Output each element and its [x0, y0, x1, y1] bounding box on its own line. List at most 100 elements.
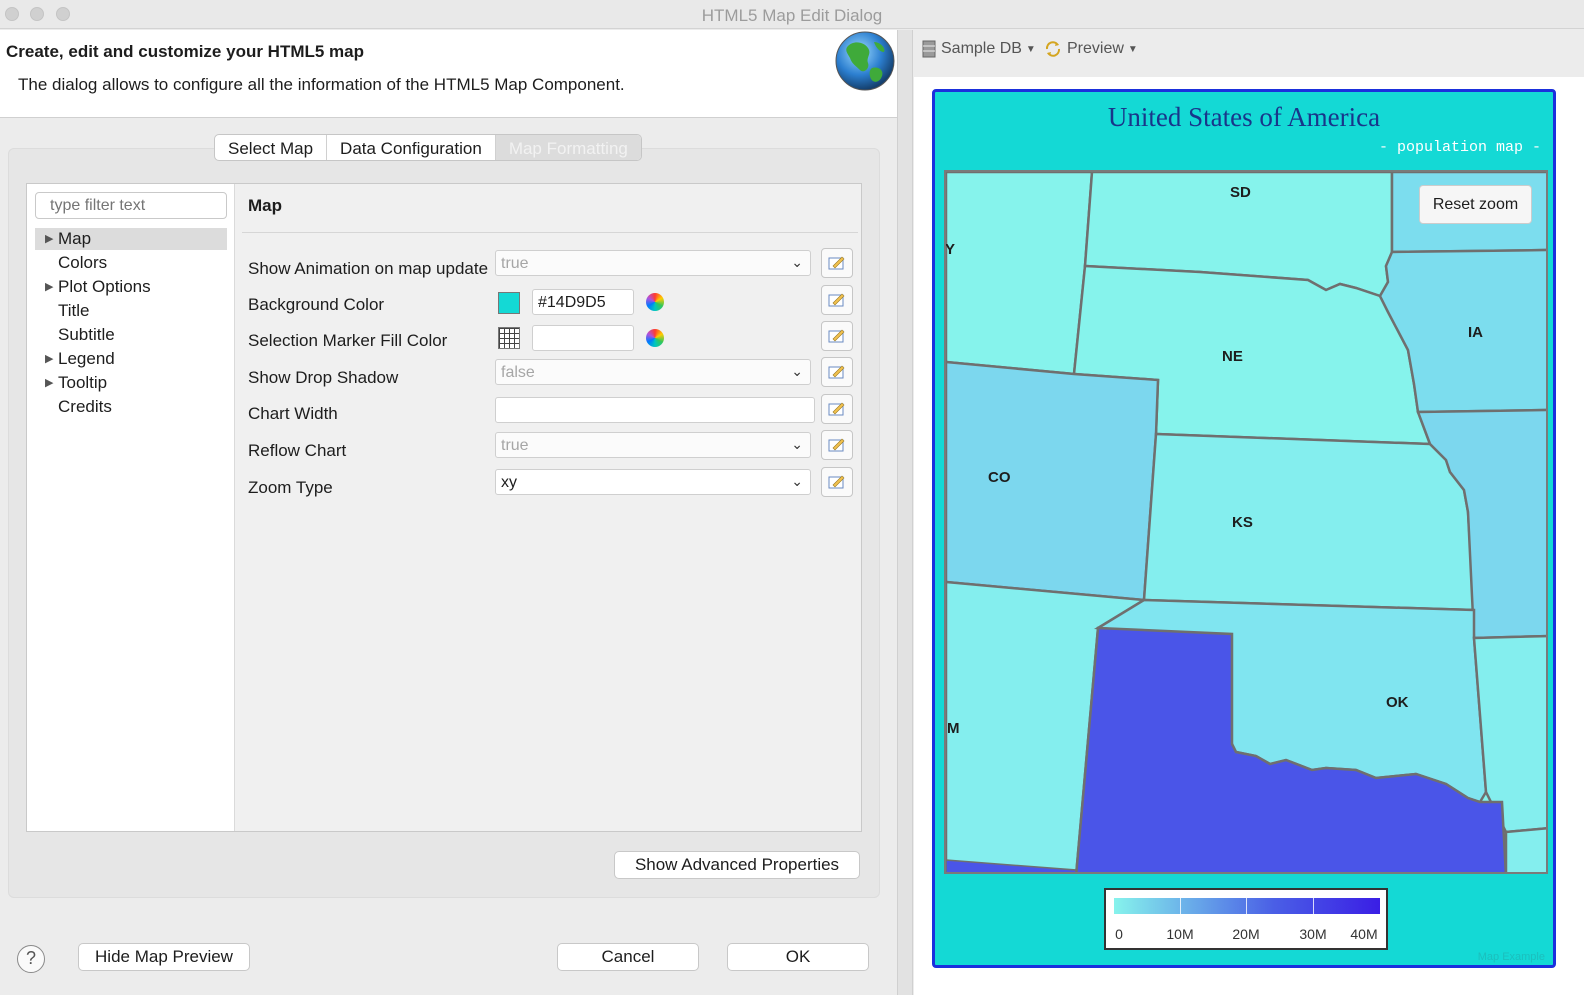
color-wheel-icon[interactable] — [646, 293, 664, 311]
tree-item-label: Credits — [58, 397, 112, 416]
show-advanced-properties-button[interactable]: Show Advanced Properties — [614, 851, 860, 879]
caret-down-icon: ▼ — [1025, 43, 1036, 55]
state-label-ok: OK — [1386, 694, 1409, 711]
tree-item-map[interactable]: ▶ Map — [35, 228, 227, 250]
select-value: false — [501, 364, 535, 381]
color-wheel-icon[interactable] — [646, 329, 664, 347]
show-animation-select[interactable]: true ⌄ — [495, 250, 811, 276]
expand-arrow-icon[interactable]: ▶ — [45, 228, 53, 250]
property-label: Background Color — [248, 295, 385, 314]
background-color-field[interactable]: #14D9D5 — [532, 289, 634, 315]
preview-toolbar: Sample DB ▼ Preview ▼ — [914, 30, 1584, 76]
selection-color-swatch[interactable] — [498, 327, 520, 349]
divider — [242, 232, 858, 233]
edit-expression-button[interactable] — [821, 357, 853, 387]
window-title: HTML5 Map Edit Dialog — [701, 6, 883, 25]
zoom-type-select[interactable]: xy ⌄ — [495, 469, 811, 495]
hide-map-preview-button[interactable]: Hide Map Preview — [78, 943, 250, 971]
tree-item-subtitle[interactable]: Subtitle — [35, 324, 227, 346]
preview-label: Preview — [1067, 40, 1124, 57]
map-region-la[interactable] — [1504, 827, 1548, 874]
legend-label: 0 — [1115, 926, 1123, 942]
tab-select-map[interactable]: Select Map — [215, 135, 328, 160]
chevron-down-icon: ⌄ — [791, 436, 803, 452]
map-plot-area[interactable]: SD NE IA CO KS OK Y M — [944, 170, 1548, 874]
chart-width-field[interactable] — [495, 397, 815, 423]
tree-item-label: Plot Options — [58, 277, 151, 296]
show-drop-shadow-select[interactable]: false ⌄ — [495, 359, 811, 385]
edit-icon — [828, 256, 845, 270]
legend-label: 10M — [1166, 926, 1194, 942]
filter-input[interactable] — [35, 192, 227, 219]
state-label-nm: M — [947, 720, 960, 737]
property-label: Reflow Chart — [248, 441, 347, 460]
background-color-swatch[interactable] — [498, 292, 520, 314]
state-label-wy: Y — [945, 241, 956, 258]
edit-icon — [828, 475, 845, 489]
edit-icon — [828, 438, 845, 452]
edit-icon — [828, 402, 845, 416]
tab-data-configuration[interactable]: Data Configuration — [327, 135, 496, 160]
map-region-wy[interactable] — [946, 172, 1094, 376]
map-title: United States of America — [1107, 102, 1381, 132]
property-tree: ▶ Map Colors ▶ Plot Options Title Subtit… — [27, 184, 235, 831]
globe-icon — [835, 31, 895, 91]
state-label-co: CO — [988, 469, 1011, 486]
help-icon[interactable]: ? — [17, 945, 45, 973]
tree-item-label: Colors — [58, 253, 108, 272]
legend-tick — [1313, 898, 1314, 914]
legend-tick — [1246, 898, 1247, 914]
expand-arrow-icon[interactable]: ▶ — [45, 276, 53, 298]
legend-tick — [1180, 898, 1181, 914]
tree-item-title[interactable]: Title — [35, 300, 227, 322]
state-label-ia: IA — [1468, 324, 1483, 341]
reflow-chart-select[interactable]: true ⌄ — [495, 432, 811, 458]
tree-item-colors[interactable]: Colors — [35, 252, 227, 274]
tree-item-label: Subtitle — [58, 325, 115, 344]
color-axis-legend: 0 10M 20M 30M 40M — [1104, 888, 1388, 950]
property-label: Chart Width — [248, 404, 338, 423]
edit-expression-button[interactable] — [821, 285, 853, 315]
map-subtitle: - population map - — [1378, 139, 1541, 156]
chevron-down-icon: ⌄ — [791, 254, 803, 270]
datasource-label: Sample DB — [941, 40, 1022, 57]
header-title: Create, edit and customize your HTML5 ma… — [6, 42, 365, 61]
tab-map-formatting[interactable]: Map Formatting — [495, 135, 641, 160]
edit-icon — [828, 293, 845, 307]
edit-expression-button[interactable] — [821, 321, 853, 351]
edit-expression-button[interactable] — [821, 248, 853, 278]
edit-icon — [828, 329, 845, 343]
reset-zoom-button[interactable]: Reset zoom — [1419, 185, 1532, 224]
tree-item-legend[interactable]: ▶ Legend — [35, 348, 227, 370]
tab-bar: Select Map Data Configuration Map Format… — [214, 134, 642, 161]
cancel-button[interactable]: Cancel — [557, 943, 699, 971]
map-chart: United States of America - population ma… — [932, 89, 1556, 968]
state-label-sd: SD — [1230, 184, 1251, 201]
chevron-down-icon: ⌄ — [791, 363, 803, 379]
map-credits[interactable]: Map Example — [1478, 951, 1545, 963]
caret-down-icon: ▼ — [1127, 43, 1138, 55]
map-region-co[interactable] — [946, 360, 1160, 602]
property-label: Show Animation on map update — [248, 259, 489, 278]
datasource-dropdown[interactable]: Sample DB ▼ — [921, 40, 1036, 58]
field-value: #14D9D5 — [538, 294, 606, 311]
tree-item-label: Legend — [58, 349, 115, 368]
expand-arrow-icon[interactable]: ▶ — [45, 348, 53, 370]
expand-arrow-icon[interactable]: ▶ — [45, 372, 53, 394]
tree-item-credits[interactable]: Credits — [35, 396, 227, 418]
edit-expression-button[interactable] — [821, 467, 853, 497]
select-value: true — [501, 437, 529, 454]
selection-color-field[interactable] — [532, 325, 634, 351]
ok-button[interactable]: OK — [727, 943, 869, 971]
tree-item-tooltip[interactable]: ▶ Tooltip — [35, 372, 227, 394]
pane-splitter[interactable] — [897, 30, 913, 995]
select-value: xy — [501, 474, 517, 491]
map-region-ks[interactable] — [1142, 432, 1476, 612]
tree-item-plot-options[interactable]: ▶ Plot Options — [35, 276, 227, 298]
legend-label: 40M — [1350, 926, 1378, 942]
preview-dropdown[interactable]: Preview ▼ — [1043, 40, 1138, 58]
formatting-panel: ▶ Map Colors ▶ Plot Options Title Subtit… — [26, 183, 862, 832]
legend-label: 30M — [1299, 926, 1327, 942]
edit-expression-button[interactable] — [821, 430, 853, 460]
edit-expression-button[interactable] — [821, 394, 853, 424]
